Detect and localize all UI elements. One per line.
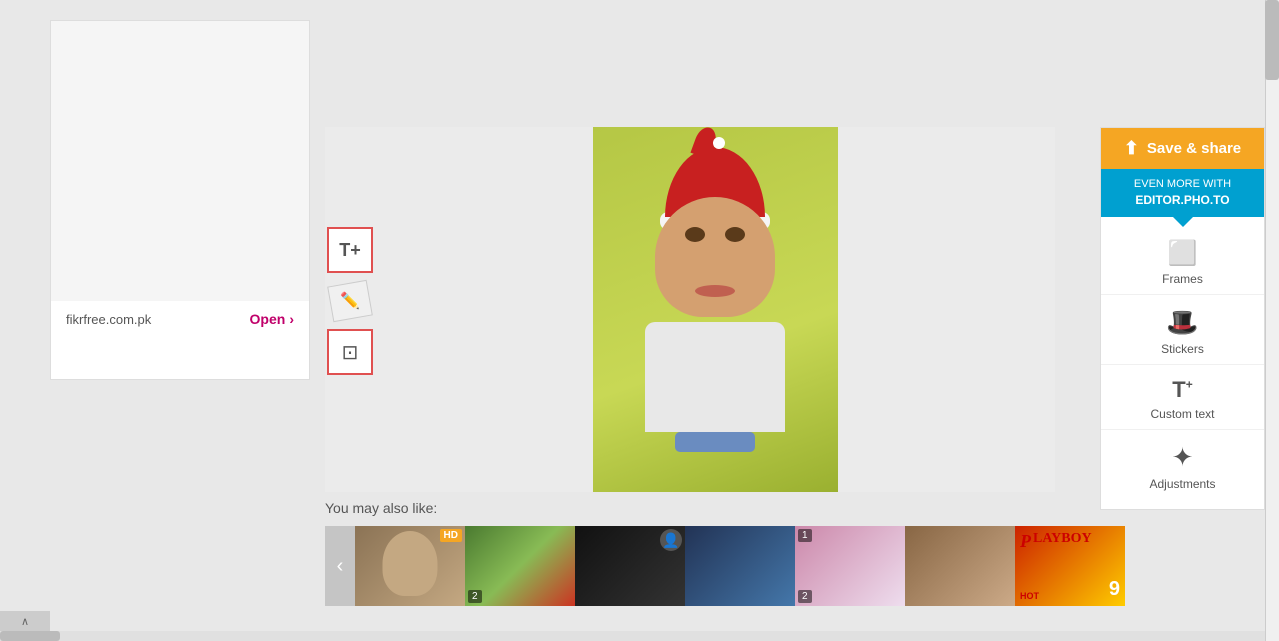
bottom-section: You may also like: ‹ HD 2 👤 1 2 bbox=[325, 500, 1265, 606]
crop-tool-button[interactable]: ⊡ bbox=[327, 329, 373, 375]
thumbnail-5[interactable]: 1 2 bbox=[795, 526, 905, 606]
scrollbar-right[interactable] bbox=[1265, 0, 1279, 641]
open-chevron: › bbox=[289, 311, 294, 327]
thumbnail-4[interactable] bbox=[685, 526, 795, 606]
child-body bbox=[625, 322, 805, 492]
right-sidebar: ⬆ Save & share EVEN MORE WITH EDITOR.PHO… bbox=[1100, 127, 1265, 510]
crop-tool-icon: ⊡ bbox=[342, 340, 359, 365]
thumb-prev-icon: ‹ bbox=[337, 555, 344, 578]
save-share-button[interactable]: ⬆ Save & share bbox=[1101, 128, 1264, 169]
text-tool-icon: T+ bbox=[339, 240, 361, 261]
save-share-label: Save & share bbox=[1147, 140, 1241, 157]
thumbnail-3[interactable]: 👤 bbox=[575, 526, 685, 606]
stickers-icon: 🎩 bbox=[1166, 307, 1198, 338]
child-face bbox=[655, 197, 775, 317]
bottom-scrollbar[interactable] bbox=[0, 631, 1265, 641]
thumbnail-2[interactable]: 2 bbox=[465, 526, 575, 606]
thumbnails-row: ‹ HD 2 👤 1 2 P bbox=[325, 526, 1265, 606]
custom-text-label: Custom text bbox=[1150, 407, 1214, 421]
editor-promo-banner[interactable]: EVEN MORE WITH EDITOR.PHO.TO bbox=[1101, 169, 1264, 217]
custom-text-tool[interactable]: T+ Custom text bbox=[1101, 365, 1264, 430]
stickers-tool[interactable]: 🎩 Stickers bbox=[1101, 295, 1264, 365]
frames-tool[interactable]: ⬜ Frames bbox=[1101, 227, 1264, 295]
custom-text-icon: T+ bbox=[1172, 377, 1192, 403]
adjustments-label: Adjustments bbox=[1149, 477, 1215, 491]
canvas-left-tools: T+ ✏️ ⊡ bbox=[325, 127, 375, 492]
photo-canvas bbox=[593, 127, 838, 492]
left-panel-footer: fikrfree.com.pk Open › bbox=[51, 301, 309, 337]
thumb-1-badge: HD bbox=[440, 529, 462, 542]
left-panel-image bbox=[51, 21, 309, 301]
thumbnail-1[interactable]: HD bbox=[355, 526, 465, 606]
left-panel: fikrfree.com.pk Open › bbox=[50, 20, 310, 380]
thumb-prev-button[interactable]: ‹ bbox=[325, 526, 355, 606]
you-may-like-label: You may also like: bbox=[325, 500, 1265, 516]
thumb-5-num: 2 bbox=[798, 590, 812, 603]
thumb-4-image bbox=[685, 526, 795, 606]
site-url: fikrfree.com.pk bbox=[66, 312, 250, 327]
open-label: Open bbox=[250, 311, 286, 327]
promo-line1: EVEN MORE WITH bbox=[1106, 177, 1259, 192]
stickers-label: Stickers bbox=[1161, 342, 1204, 356]
thumb-3-badge: 👤 bbox=[660, 529, 682, 551]
canvas-image-container bbox=[375, 127, 1055, 492]
share-icon: ⬆ bbox=[1124, 138, 1139, 159]
scrollbar-thumb[interactable] bbox=[1265, 0, 1279, 80]
text-tool-button[interactable]: T+ bbox=[327, 227, 373, 273]
thumbnail-7[interactable]: P LAYBOY HOT 9 bbox=[1015, 526, 1125, 606]
adjustments-icon: ✦ bbox=[1172, 442, 1194, 473]
thumb-7-image: P LAYBOY HOT 9 bbox=[1015, 526, 1125, 606]
expand-icon: ∧ bbox=[21, 615, 29, 628]
frames-icon: ⬜ bbox=[1168, 239, 1198, 268]
frames-label: Frames bbox=[1162, 272, 1203, 286]
adjustments-tool[interactable]: ✦ Adjustments bbox=[1101, 430, 1264, 499]
promo-line2: EDITOR.PHO.TO bbox=[1106, 192, 1259, 209]
eraser-icon: ✏️ bbox=[340, 291, 360, 311]
eraser-tool-button[interactable]: ✏️ bbox=[327, 280, 373, 322]
thumb-2-num: 2 bbox=[468, 590, 482, 603]
expand-indicator[interactable]: ∧ bbox=[0, 611, 50, 631]
canvas-area: T+ ✏️ ⊡ bbox=[325, 127, 1055, 492]
open-link[interactable]: Open › bbox=[250, 311, 294, 327]
thumb-6-image bbox=[905, 526, 1015, 606]
promo-arrow bbox=[1173, 217, 1193, 227]
bottom-scroll-thumb[interactable] bbox=[0, 631, 60, 641]
thumbnail-6[interactable] bbox=[905, 526, 1015, 606]
